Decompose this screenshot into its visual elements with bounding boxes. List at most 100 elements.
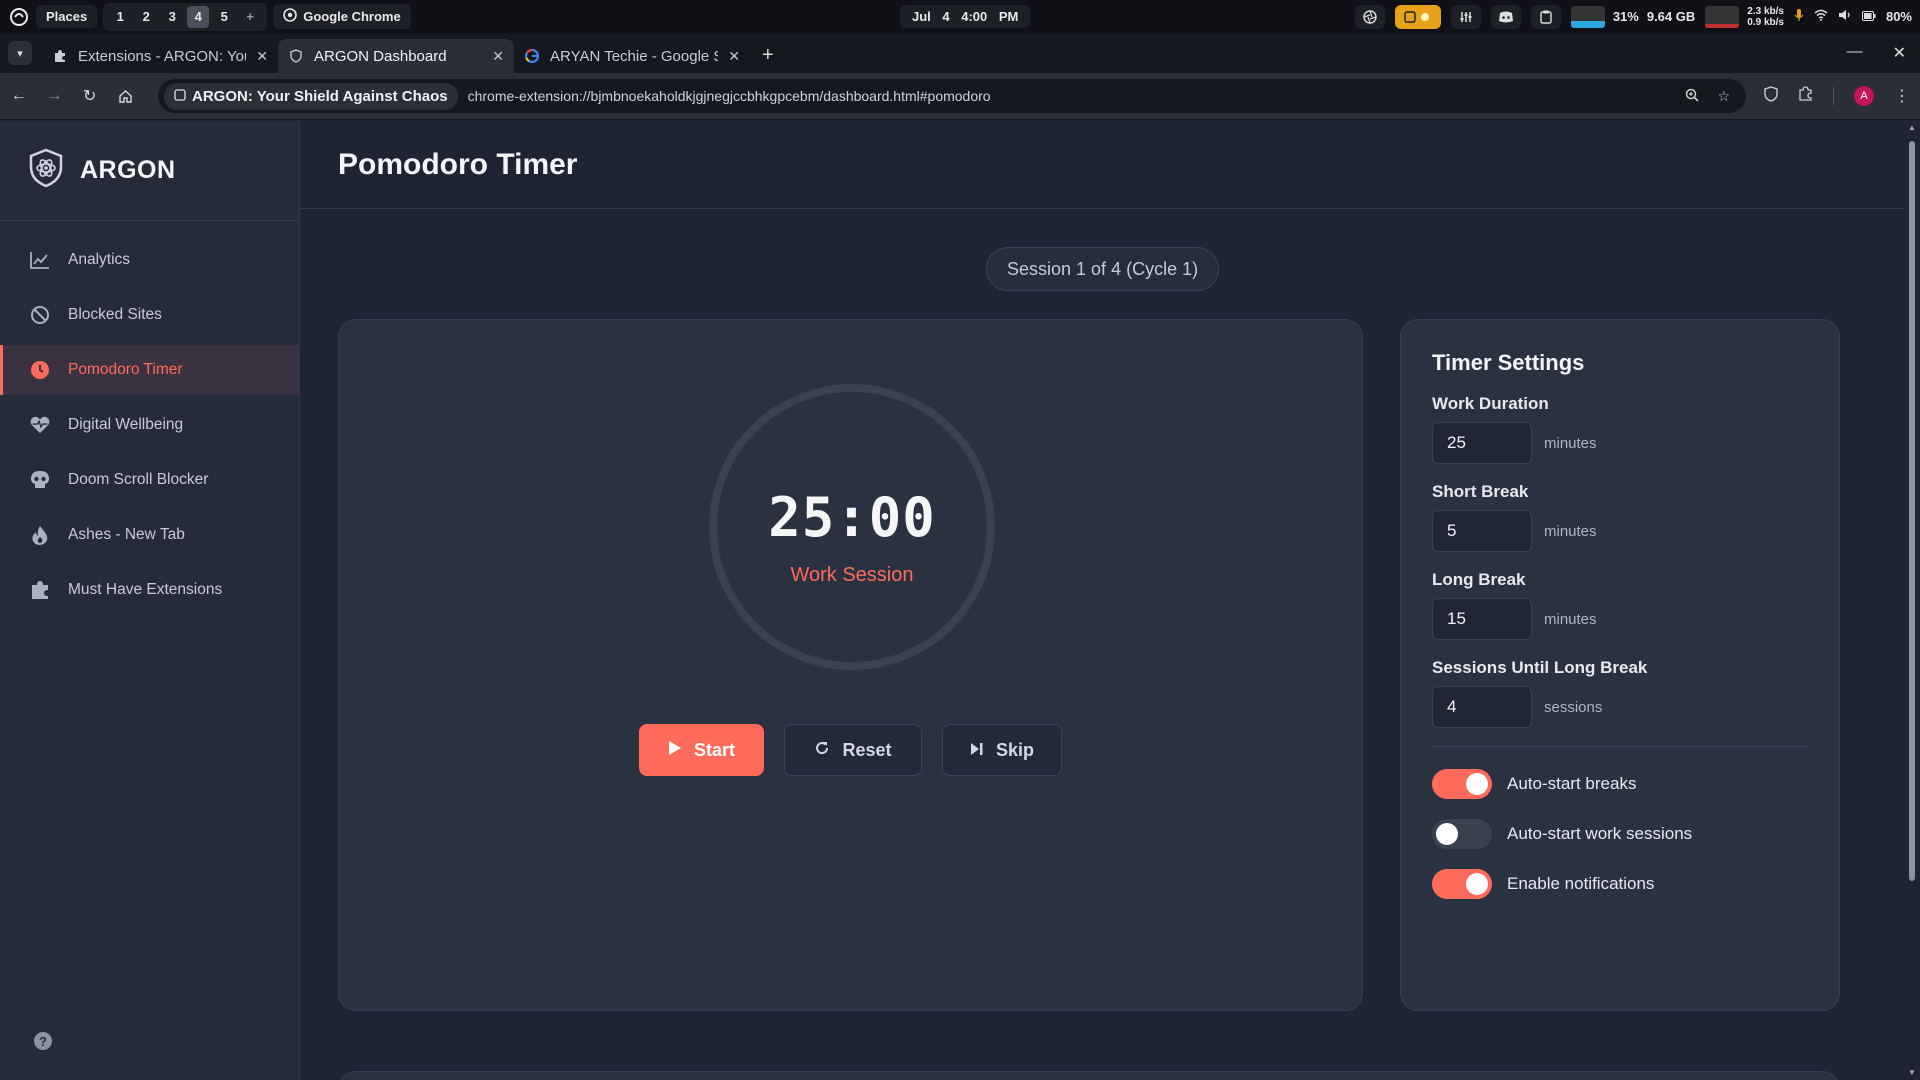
- google-icon: [524, 48, 540, 64]
- active-app-label: Google Chrome: [303, 9, 401, 24]
- aperture-icon[interactable]: [1354, 4, 1385, 29]
- enable-notifications-row: Enable notifications: [1432, 869, 1808, 899]
- toggle-label: Enable notifications: [1507, 874, 1655, 893]
- places-menu[interactable]: Places: [36, 5, 98, 28]
- fire-icon: [30, 525, 50, 545]
- volume-icon[interactable]: [1838, 9, 1852, 24]
- close-tab-icon[interactable]: ✕: [728, 48, 740, 65]
- site-info-chip[interactable]: ARGON: Your Shield Against Chaos: [164, 82, 458, 110]
- toggle-label: Auto-start breaks: [1507, 774, 1637, 793]
- extensions-puzzle-icon[interactable]: [1798, 86, 1813, 106]
- os-logo-icon[interactable]: [8, 6, 30, 28]
- shield-icon: [288, 48, 304, 64]
- home-icon[interactable]: [117, 86, 135, 106]
- argon-logo-icon: [28, 148, 64, 193]
- sidebar-item-analytics[interactable]: Analytics: [0, 235, 299, 285]
- network-usage-bar: [1705, 5, 1740, 28]
- scroll-up-icon[interactable]: ▲: [1907, 123, 1917, 133]
- help-icon[interactable]: ?: [34, 1032, 52, 1050]
- omnibox[interactable]: ARGON: Your Shield Against Chaos chrome-…: [158, 79, 1746, 113]
- field-label: Work Duration: [1432, 394, 1549, 413]
- short-break-field: Short Break minutes: [1432, 482, 1808, 552]
- back-arrow-icon[interactable]: ←: [10, 86, 28, 106]
- tab-extensions[interactable]: Extensions - ARGON: Your Shield Against …: [42, 39, 278, 73]
- close-tab-icon[interactable]: ✕: [256, 48, 268, 65]
- network-monitor[interactable]: 2.3 kb/s 0.9 kb/s: [1705, 5, 1784, 28]
- minimize-icon[interactable]: —: [1847, 43, 1863, 63]
- forward-arrow-icon[interactable]: →: [46, 86, 64, 106]
- timer-card: 25:00 Work Session Start Reset Skip: [338, 319, 1363, 1011]
- microphone-icon[interactable]: [1794, 8, 1804, 25]
- heart-pulse-icon: [30, 415, 50, 435]
- sidebar-item-label: Blocked Sites: [68, 306, 162, 323]
- sidebar-item-pomodoro-timer[interactable]: Pomodoro Timer: [0, 345, 299, 395]
- work-duration-input[interactable]: [1432, 422, 1532, 464]
- reload-icon[interactable]: ↻: [81, 86, 99, 106]
- sidebar-item-blocked-sites[interactable]: Blocked Sites: [0, 290, 299, 340]
- close-window-icon[interactable]: ✕: [1893, 43, 1906, 63]
- close-tab-icon[interactable]: ✕: [492, 48, 504, 65]
- kebab-menu-icon[interactable]: ⋮: [1894, 86, 1910, 106]
- play-icon: [668, 740, 682, 761]
- cpu-monitor[interactable]: 31% 9.64 GB: [1570, 5, 1696, 28]
- argon-extension-icon[interactable]: [1764, 85, 1778, 107]
- tab-argon-dashboard[interactable]: ARGON Dashboard ✕: [278, 39, 514, 73]
- tab-google-search[interactable]: ARYAN Techie - Google Search ✕: [514, 39, 750, 73]
- add-workspace-button[interactable]: +: [239, 6, 261, 28]
- site-chip-label: ARGON: Your Shield Against Chaos: [192, 87, 448, 105]
- sidebar-item-must-have-extensions[interactable]: Must Have Extensions: [0, 565, 299, 615]
- start-button-label: Start: [693, 739, 735, 760]
- field-label: Short Break: [1432, 482, 1529, 501]
- profile-avatar[interactable]: A: [1854, 86, 1874, 106]
- sidebar-item-doom-scroll-blocker[interactable]: Doom Scroll Blocker: [0, 455, 299, 505]
- workspace-2[interactable]: 2: [135, 6, 157, 28]
- clipboard-icon[interactable]: [1530, 4, 1561, 29]
- toggle-knob: [1436, 823, 1458, 845]
- tab-search-button[interactable]: ▾: [8, 41, 32, 65]
- workspace-switcher: 1 2 3 4 5 +: [103, 2, 268, 31]
- page-scrollbar[interactable]: ▲ ▼: [1904, 121, 1920, 1080]
- scroll-down-icon[interactable]: ▼: [1907, 1068, 1917, 1078]
- sidebar-item-ashes-new-tab[interactable]: Ashes - New Tab: [0, 510, 299, 560]
- discord-icon[interactable]: [1490, 4, 1521, 29]
- brand[interactable]: ARGON: [0, 121, 299, 221]
- battery-icon[interactable]: [1861, 9, 1876, 24]
- workspace-1[interactable]: 1: [109, 6, 131, 28]
- sessions-until-long-break-input[interactable]: [1432, 686, 1532, 728]
- sidebar-item-label: Pomodoro Timer: [68, 361, 183, 378]
- equalizer-icon[interactable]: [1450, 4, 1481, 29]
- clock[interactable]: Jul 4 4:00 PM: [900, 5, 1031, 28]
- active-app-indicator[interactable]: Google Chrome: [273, 4, 411, 29]
- reset-button[interactable]: Reset: [784, 724, 922, 776]
- zoom-icon[interactable]: [1685, 88, 1700, 105]
- page-title: Pomodoro Timer: [338, 147, 578, 181]
- auto-start-work-toggle[interactable]: [1432, 819, 1492, 849]
- start-button[interactable]: Start: [639, 724, 764, 776]
- bookmark-star-icon[interactable]: ☆: [1717, 88, 1730, 105]
- unit-label: sessions: [1544, 698, 1603, 716]
- scroll-thumb[interactable]: [1909, 141, 1915, 881]
- url-text[interactable]: chrome-extension://bjmbnoekaholdkjgjnegj…: [468, 88, 1676, 104]
- short-break-input[interactable]: [1432, 510, 1532, 552]
- workspace-5[interactable]: 5: [213, 6, 235, 28]
- skip-button[interactable]: Skip: [942, 724, 1062, 776]
- enable-notifications-toggle[interactable]: [1432, 869, 1492, 899]
- session-mode-label: Work Session: [790, 564, 914, 586]
- unit-label: minutes: [1544, 434, 1597, 452]
- memory-usage: 9.64 GB: [1646, 9, 1696, 24]
- unit-label: minutes: [1544, 610, 1597, 628]
- workspace-3[interactable]: 3: [161, 6, 183, 28]
- auto-start-breaks-toggle[interactable]: [1432, 769, 1492, 799]
- workspace-4[interactable]: 4: [187, 5, 210, 28]
- next-section-card: [338, 1071, 1840, 1080]
- sidebar-item-digital-wellbeing[interactable]: Digital Wellbeing: [0, 400, 299, 450]
- skip-button-label: Skip: [995, 739, 1034, 760]
- long-break-input[interactable]: [1432, 598, 1532, 640]
- timer-seconds: 00: [868, 486, 936, 549]
- wifi-icon[interactable]: [1814, 9, 1828, 24]
- clock-time: 4:00 PM: [961, 9, 1019, 24]
- system-tray[interactable]: 80%: [1794, 8, 1912, 25]
- recording-indicator-icon[interactable]: [1394, 4, 1441, 29]
- sidebar-item-label: Ashes - New Tab: [68, 526, 185, 543]
- new-tab-button[interactable]: +: [762, 44, 774, 67]
